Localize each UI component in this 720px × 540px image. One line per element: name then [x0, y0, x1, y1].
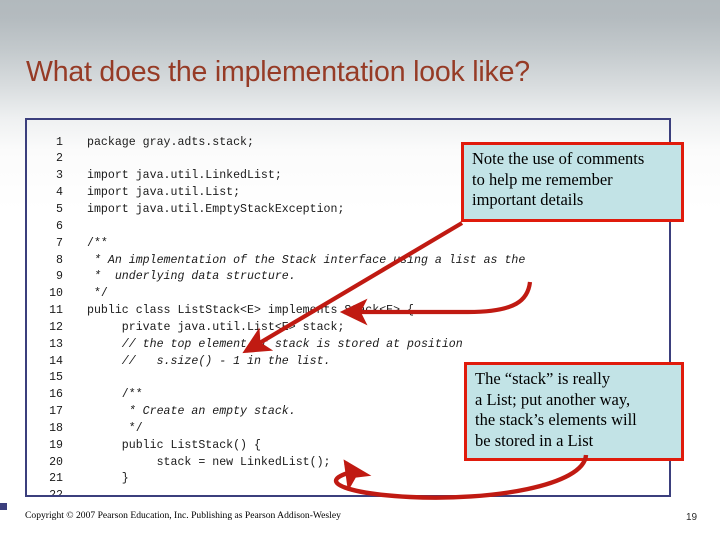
code-line-text: private java.util.List<E> stack;: [87, 320, 345, 334]
page-number: 19: [686, 512, 698, 523]
code-line-number: 4: [56, 186, 63, 200]
code-line-number: 19: [49, 438, 63, 452]
code-line-text: /**: [87, 388, 143, 402]
callout-line: to help me remember: [472, 169, 613, 189]
corner-marker: [0, 503, 7, 510]
code-line-number: 16: [49, 388, 63, 402]
code-line-text: * underlying data structure.: [87, 270, 296, 284]
code-line-text: import java.util.List;: [87, 186, 241, 200]
code-line-number: 5: [56, 202, 63, 216]
code-line-number: 13: [49, 337, 63, 351]
code-line-number: 6: [56, 219, 63, 233]
code-line-text: // the top element of stack is stored at…: [87, 337, 463, 351]
code-line-text: /**: [87, 236, 108, 250]
code-line: 13 // the top element of stack is stored…: [27, 337, 669, 354]
code-line-number: 10: [49, 287, 63, 301]
callout-line: The “stack” is really: [475, 369, 611, 388]
code-line: 12 private java.util.List<E> stack;: [27, 320, 669, 337]
callout-line: Note the use of comments: [472, 149, 645, 168]
code-line-text: * An implementation of the Stack interfa…: [87, 253, 526, 267]
callout-note-comments: Note the use of comments to help me remem…: [461, 142, 684, 222]
footer-copyright: Copyright © 2007 Pearson Education, Inc.…: [25, 510, 341, 521]
code-line-number: 17: [49, 405, 63, 419]
code-line: 8 * An implementation of the Stack inter…: [27, 253, 669, 270]
code-line-number: 9: [56, 270, 63, 284]
code-line-text: // s.size() - 1 in the list.: [87, 354, 331, 368]
code-line-text: import java.util.EmptyStackException;: [87, 202, 345, 216]
code-line-number: 1: [56, 135, 63, 149]
code-line-text: * Create an empty stack.: [87, 405, 296, 419]
callout-line: be stored in a List: [475, 430, 594, 450]
code-line: 21 }: [27, 471, 669, 488]
code-line-text: import java.util.LinkedList;: [87, 169, 282, 183]
code-line-text: package gray.adts.stack;: [87, 135, 254, 149]
code-line-text: stack = new LinkedList();: [87, 455, 331, 469]
code-line: 22: [27, 488, 669, 497]
code-line-number: 2: [56, 152, 63, 166]
code-line-number: 21: [49, 472, 63, 486]
code-line-number: 12: [49, 320, 63, 334]
code-line-text: */: [87, 287, 108, 301]
callout-line: a List; put another way,: [475, 389, 631, 409]
code-line-number: 14: [49, 354, 63, 368]
code-line-text: */: [87, 421, 143, 435]
code-line-text: public class ListStack<E> implements Sta…: [87, 304, 414, 318]
code-line-text: }: [87, 472, 129, 486]
code-line: 7 /**: [27, 236, 669, 253]
code-line-text: public ListStack() {: [87, 438, 261, 452]
code-line: 9 * underlying data structure.: [27, 269, 669, 286]
code-line-number: 3: [56, 169, 63, 183]
code-line-number: 18: [49, 421, 63, 435]
code-line-number: 8: [56, 253, 63, 267]
code-line-number: 15: [49, 371, 63, 385]
code-line-number: 7: [56, 236, 63, 250]
page-title: What does the implementation look like?: [26, 56, 530, 88]
slide-canvas: What does the implementation look like? …: [0, 0, 720, 540]
callout-line: important details: [472, 190, 584, 209]
code-line-number: 22: [49, 489, 63, 497]
code-line-number: 20: [49, 455, 63, 469]
code-line: 11 public class ListStack<E> implements S…: [27, 303, 669, 320]
code-line: 10 */: [27, 286, 669, 303]
code-line-number: 11: [49, 304, 63, 318]
callout-line: the stack’s elements will: [475, 410, 637, 429]
callout-stack-is-list: The “stack” is really a List; put another…: [464, 362, 684, 461]
